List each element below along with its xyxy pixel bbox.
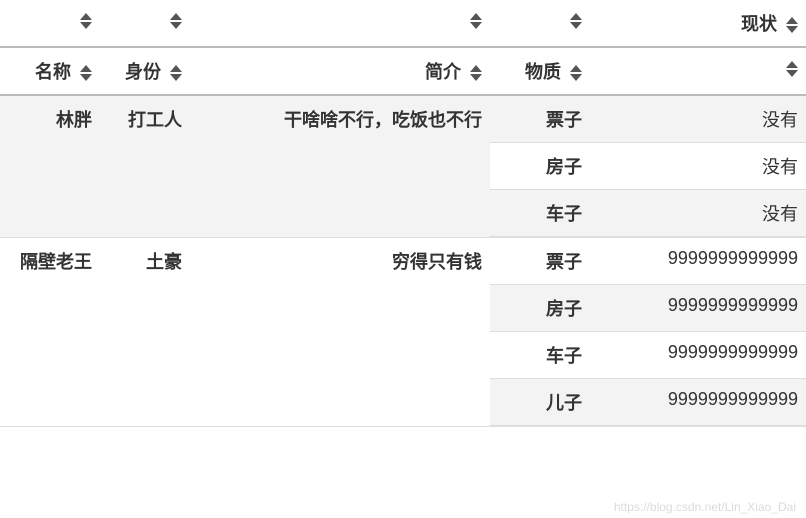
item-value: 9999999999999 <box>590 332 806 379</box>
table-body: 林胖 打工人 干啥啥不行，吃饭也不行 票子 没有 房子 没有 车子 <box>0 95 806 427</box>
item-value: 9999999999999 <box>590 285 806 332</box>
sort-icon[interactable] <box>570 65 582 81</box>
cell-role: 土豪 <box>100 238 190 427</box>
header-intro[interactable]: 简介 <box>190 47 490 95</box>
header-role-label: 身份 <box>125 62 161 82</box>
sort-icon[interactable] <box>170 13 182 29</box>
header-item[interactable]: 物质 <box>490 47 590 95</box>
header-status-sub[interactable] <box>590 47 806 95</box>
sort-icon[interactable] <box>470 65 482 81</box>
sort-icon[interactable] <box>570 13 582 29</box>
item-value: 9999999999999 <box>590 379 806 426</box>
header-role[interactable]: 身份 <box>100 47 190 95</box>
header-blank-1[interactable] <box>0 0 100 47</box>
item-label: 儿子 <box>490 379 590 426</box>
nested-row: 儿子 9999999999999 <box>490 379 806 426</box>
nested-row: 票子 9999999999999 <box>490 238 806 285</box>
header-row-top: 现状 <box>0 0 806 47</box>
item-value: 9999999999999 <box>590 238 806 285</box>
nested-row: 车子 没有 <box>490 190 806 237</box>
sort-icon[interactable] <box>170 65 182 81</box>
table-row: 隔壁老王 土豪 穷得只有钱 票子 9999999999999 房子 999999… <box>0 238 806 427</box>
item-label: 票子 <box>490 238 590 285</box>
table-row: 林胖 打工人 干啥啥不行，吃饭也不行 票子 没有 房子 没有 车子 <box>0 95 806 238</box>
cell-items: 票子 9999999999999 房子 9999999999999 车子 999… <box>490 238 806 427</box>
data-table: 现状 名称 身份 简介 物质 <box>0 0 806 427</box>
item-label: 车子 <box>490 332 590 379</box>
nested-row: 房子 9999999999999 <box>490 285 806 332</box>
nested-row: 车子 9999999999999 <box>490 332 806 379</box>
header-status[interactable]: 现状 <box>590 0 806 47</box>
sort-icon[interactable] <box>80 13 92 29</box>
item-label: 车子 <box>490 190 590 237</box>
header-item-label: 物质 <box>525 62 561 82</box>
header-row-sub: 名称 身份 简介 物质 <box>0 47 806 95</box>
item-label: 房子 <box>490 143 590 190</box>
cell-role: 打工人 <box>100 95 190 238</box>
sort-icon[interactable] <box>786 17 798 33</box>
header-blank-2[interactable] <box>100 0 190 47</box>
nested-row: 房子 没有 <box>490 143 806 190</box>
cell-items: 票子 没有 房子 没有 车子 没有 <box>490 95 806 238</box>
sort-icon[interactable] <box>786 61 798 77</box>
cell-name: 林胖 <box>0 95 100 238</box>
item-label: 票子 <box>490 96 590 143</box>
cell-name: 隔壁老王 <box>0 238 100 427</box>
sort-icon[interactable] <box>80 65 92 81</box>
header-name-label: 名称 <box>35 62 71 82</box>
header-blank-3[interactable] <box>190 0 490 47</box>
item-value: 没有 <box>590 143 806 190</box>
header-blank-4[interactable] <box>490 0 590 47</box>
nested-table: 票子 9999999999999 房子 9999999999999 车子 999… <box>490 238 806 426</box>
header-status-label: 现状 <box>741 14 777 34</box>
nested-row: 票子 没有 <box>490 96 806 143</box>
cell-intro: 干啥啥不行，吃饭也不行 <box>190 95 490 238</box>
item-label: 房子 <box>490 285 590 332</box>
item-value: 没有 <box>590 96 806 143</box>
item-value: 没有 <box>590 190 806 237</box>
sort-icon[interactable] <box>470 13 482 29</box>
header-name[interactable]: 名称 <box>0 47 100 95</box>
header-intro-label: 简介 <box>425 62 461 82</box>
nested-table: 票子 没有 房子 没有 车子 没有 <box>490 96 806 237</box>
watermark: https://blog.csdn.net/Lin_Xiao_Dai <box>614 500 796 514</box>
cell-intro: 穷得只有钱 <box>190 238 490 427</box>
